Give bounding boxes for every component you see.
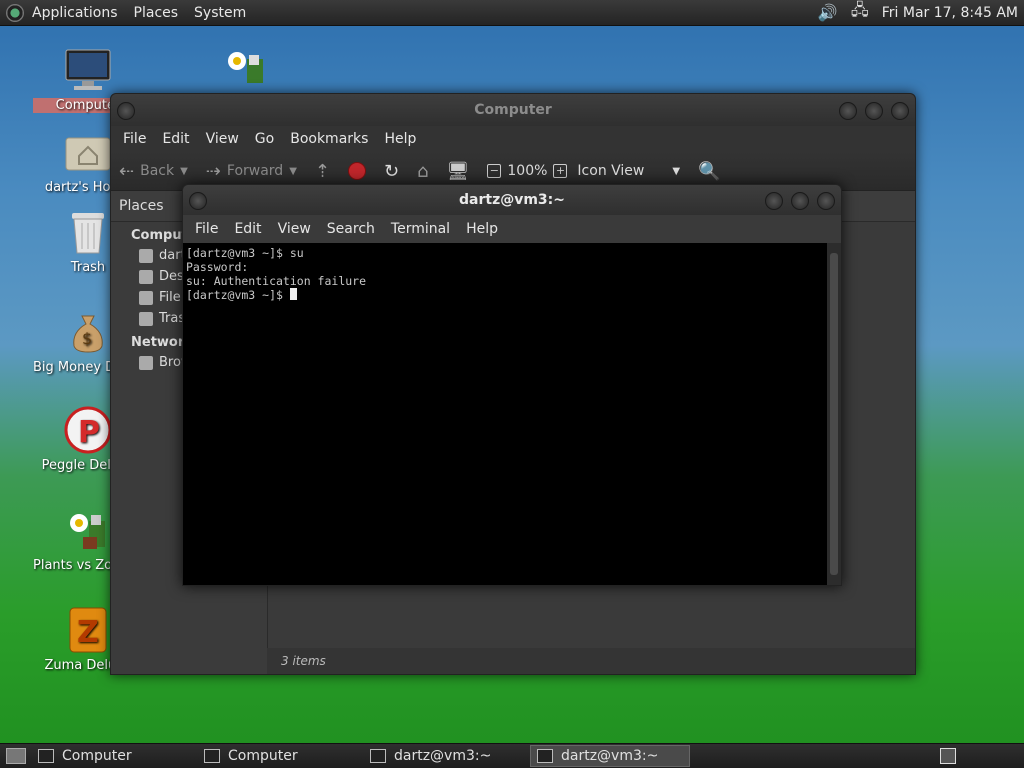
- svg-text:$: $: [82, 329, 92, 348]
- stop-button[interactable]: [348, 162, 366, 180]
- trash-icon: [64, 208, 112, 256]
- menu-edit[interactable]: Edit: [154, 131, 197, 147]
- maximize-button[interactable]: [865, 102, 883, 120]
- close-button[interactable]: [891, 102, 909, 120]
- menu-go[interactable]: Go: [247, 131, 282, 147]
- menu-edit[interactable]: Edit: [226, 221, 269, 237]
- plants-icon: [222, 44, 270, 92]
- window-title: Computer: [474, 102, 552, 118]
- zoom-level: 100%: [507, 163, 548, 179]
- window-menu-button[interactable]: [189, 192, 207, 210]
- computer-icon: 🖥: [446, 160, 470, 182]
- zoom-out-icon[interactable]: −: [487, 164, 502, 178]
- minimize-button[interactable]: [839, 102, 857, 120]
- workspace-switcher[interactable]: [940, 748, 956, 764]
- terminal-icon: [537, 749, 553, 763]
- trash-icon: [139, 311, 153, 326]
- maximize-button[interactable]: [791, 192, 809, 210]
- chevron-down-icon: ▼: [672, 165, 681, 177]
- peggle-icon: P: [64, 406, 112, 454]
- places-selector[interactable]: Places: [119, 198, 164, 214]
- computer-button[interactable]: 🖥: [447, 161, 470, 182]
- zuma-icon: Z: [64, 606, 112, 654]
- home-button[interactable]: ⌂: [417, 161, 428, 182]
- desktop-icon-flower[interactable]: [191, 44, 301, 96]
- terminal-line: [dartz@vm3 ~]$ su: [186, 246, 304, 260]
- show-desktop-icon[interactable]: [6, 748, 26, 764]
- view-mode-select[interactable]: Icon View ▼: [577, 163, 680, 179]
- menu-file[interactable]: File: [115, 131, 154, 147]
- terminal-line: Password:: [186, 260, 249, 274]
- reload-icon: ↻: [384, 160, 400, 182]
- system-menu[interactable]: System: [186, 5, 254, 21]
- chevron-down-icon[interactable]: ▼: [180, 166, 188, 177]
- desktop-icon: [139, 269, 153, 284]
- zoom-in-icon[interactable]: +: [553, 164, 568, 178]
- computer-icon: [64, 46, 112, 94]
- top-panel: Applications Places System 🔊 🖧 Fri Mar 1…: [0, 0, 1024, 26]
- menu-bookmarks[interactable]: Bookmarks: [282, 131, 376, 147]
- taskbar-item-active[interactable]: dartz@vm3:~: [530, 745, 690, 767]
- search-button[interactable]: 🔍: [698, 161, 720, 182]
- minimize-button[interactable]: [765, 192, 783, 210]
- terminal-output[interactable]: [dartz@vm3 ~]$ su Password: su: Authenti…: [183, 243, 827, 585]
- svg-text:P: P: [78, 415, 100, 450]
- file-manager-menubar: File Edit View Go Bookmarks Help: [111, 126, 915, 152]
- forward-button[interactable]: ⇢ Forward ▼: [206, 161, 297, 182]
- window-menu-button[interactable]: [117, 102, 135, 120]
- scrollbar-thumb[interactable]: [830, 253, 838, 575]
- home-icon: ⌂: [417, 160, 429, 182]
- terminal-title: dartz@vm3:~: [459, 192, 565, 208]
- menu-view[interactable]: View: [198, 131, 247, 147]
- svg-text:Z: Z: [77, 615, 99, 650]
- plants-icon: [64, 506, 112, 554]
- terminal-prompt: [dartz@vm3 ~]$: [186, 288, 290, 302]
- menu-view[interactable]: View: [270, 221, 319, 237]
- terminal-titlebar[interactable]: dartz@vm3:~: [183, 185, 841, 215]
- home-folder-icon: [64, 128, 112, 176]
- stop-icon: [348, 162, 366, 180]
- up-arrow-icon: ⇡: [314, 160, 330, 182]
- money-bag-icon: $: [64, 308, 112, 356]
- terminal-icon: [370, 749, 386, 763]
- computer-icon: [204, 749, 220, 763]
- taskbar-item[interactable]: dartz@vm3:~: [364, 745, 524, 767]
- computer-icon: [38, 749, 54, 763]
- terminal-menubar: File Edit View Search Terminal Help: [183, 215, 841, 243]
- search-icon: 🔍: [698, 160, 721, 182]
- places-menu[interactable]: Places: [126, 5, 187, 21]
- menu-file[interactable]: File: [187, 221, 226, 237]
- network-icon: [139, 355, 153, 370]
- menu-terminal[interactable]: Terminal: [383, 221, 458, 237]
- menu-search[interactable]: Search: [319, 221, 383, 237]
- text-cursor: [289, 288, 297, 300]
- chevron-down-icon[interactable]: ▼: [289, 166, 297, 177]
- bottom-panel: Computer Computer dartz@vm3:~ dartz@vm3:…: [0, 743, 1024, 768]
- gnome-foot-icon[interactable]: [6, 3, 24, 22]
- taskbar-item[interactable]: Computer: [198, 745, 358, 767]
- reload-button[interactable]: ↻: [384, 161, 399, 182]
- terminal-window[interactable]: dartz@vm3:~ File Edit View Search Termin…: [182, 184, 842, 586]
- home-icon: [139, 248, 153, 263]
- network-icon[interactable]: 🖧: [850, 0, 870, 22]
- forward-arrow-icon: ⇢: [205, 160, 221, 182]
- back-arrow-icon: ⇠: [119, 160, 135, 182]
- clock[interactable]: Fri Mar 17, 8:45 AM: [882, 5, 1018, 21]
- close-button[interactable]: [817, 192, 835, 210]
- menu-help[interactable]: Help: [376, 131, 424, 147]
- terminal-scrollbar[interactable]: [827, 243, 841, 585]
- volume-icon[interactable]: 🔊: [818, 3, 838, 22]
- terminal-line: su: Authentication failure: [186, 274, 367, 288]
- back-button[interactable]: ⇠ Back ▼: [119, 161, 188, 182]
- status-bar: 3 items: [267, 648, 915, 674]
- drive-icon: [139, 290, 153, 305]
- file-manager-titlebar[interactable]: Computer: [111, 94, 915, 126]
- up-button[interactable]: ⇡: [315, 161, 330, 182]
- menu-help[interactable]: Help: [458, 221, 506, 237]
- applications-menu[interactable]: Applications: [24, 5, 126, 21]
- taskbar-item[interactable]: Computer: [32, 745, 192, 767]
